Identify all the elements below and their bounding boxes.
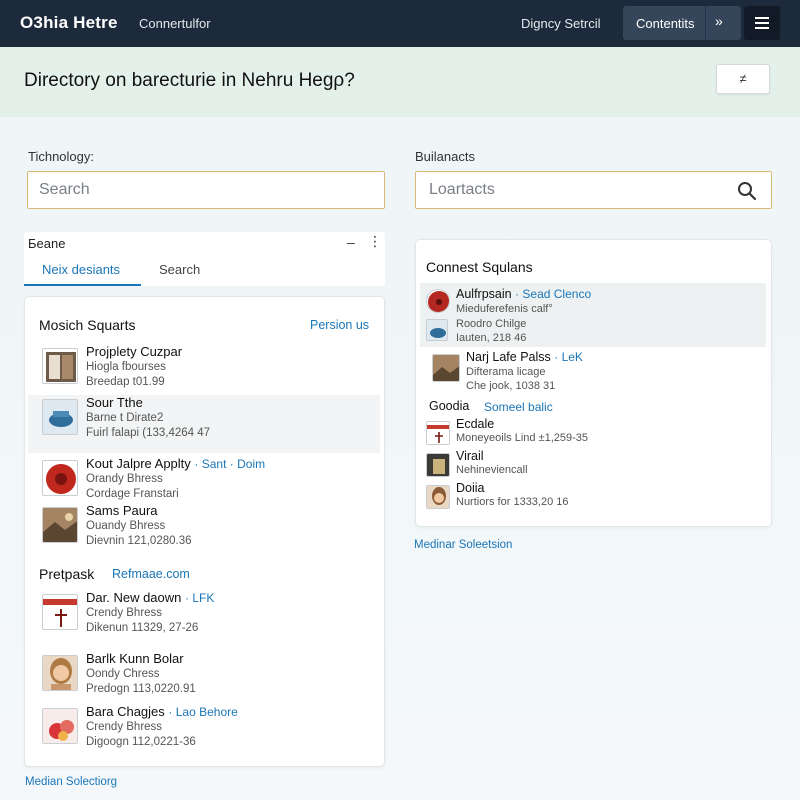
calendar-icon [42, 594, 78, 630]
item-subtitle: Crendy Bhress [86, 721, 163, 733]
landscape-thumbnail [432, 354, 460, 382]
item-name: Ecdale [456, 417, 495, 431]
list-item[interactable]: Sour Tthe Barne t Dirate2 Fuirl falapi (… [28, 395, 380, 453]
minimize-icon[interactable]: – [347, 234, 355, 250]
median-selection-link[interactable]: Median Solectiorg [25, 776, 117, 788]
hamburger-line [755, 27, 769, 29]
fruit-thumbnail [42, 708, 78, 744]
list-item[interactable]: Barlk Kunn Bolar Oondy Chress Predogn 11… [38, 651, 380, 709]
list-item[interactable]: Dar. New daown · LFK Crendy Bhress Diken… [38, 590, 380, 648]
item-subtitle: Nurtiors for 1333,20 16 [456, 496, 569, 508]
medinar-selection-link[interactable]: Medinar Soleetsion [414, 539, 512, 551]
item-detail: Cordage Franstari [86, 488, 179, 500]
section-title-pretpask: Pretpask [39, 566, 95, 582]
list-item[interactable]: Virail Nehineviencall [420, 449, 766, 481]
item-name: Projplety Cuzpar [86, 344, 183, 359]
item-subtitle: Ouandy Bhress [86, 520, 166, 532]
red-flower-thumbnail [42, 460, 78, 496]
item-subtitle: Crendy Bhress [86, 607, 163, 619]
tab-search[interactable]: Search [159, 262, 200, 277]
nav-link-digncy-setrcil[interactable]: Digncy Setrcil [521, 16, 600, 31]
avatar [426, 485, 450, 509]
item-subtitle: Roodro Chilge [456, 318, 527, 330]
item-subtitle: Orandy Bhress [86, 473, 163, 485]
item-detail: Iauten, 218 46 [456, 332, 527, 344]
page-title: Directory on barecturie in Nehru Hegρ? [24, 70, 355, 91]
technology-label: Tichnology: [28, 149, 94, 164]
contents-button[interactable]: Contentits » [623, 6, 741, 40]
list-item[interactable]: Doiia Nurtiors for 1333,20 16 [420, 481, 766, 513]
list-item[interactable]: Projplety Cuzpar Hiogla fbourses Breedap… [38, 344, 380, 402]
item-subtitle: Nehineviencall [456, 464, 528, 476]
group-title-goodia: Goodia [429, 399, 470, 413]
item-detail: Dievnin 121,0280.36 [86, 535, 192, 547]
item-name: Dar. New daown · LFK [86, 590, 215, 605]
right-card-title: Connest Squlans [426, 259, 533, 275]
item-name: Doiia [456, 481, 485, 495]
header-action-button[interactable]: ≠ [716, 64, 770, 94]
someel-balic-link[interactable]: Someel balic [484, 400, 553, 414]
technology-search-input[interactable] [28, 172, 331, 208]
tabs-panel: Бeane – ⋮ Neix desiants Search [24, 232, 385, 286]
item-name: Virail [456, 449, 484, 463]
item-name: Sour Tthe [86, 395, 143, 410]
item-subtitle: Moneyeoils Lind ±1,259-35 [456, 432, 589, 444]
refmaae-link[interactable]: Refmaae.com [112, 567, 190, 581]
red-record-thumbnail [426, 289, 450, 313]
item-name: Aulfrpsain · Sead Clenco [456, 287, 592, 301]
avatar [42, 655, 78, 691]
item-detail: Fuirl falapi (133,4264 47 [86, 427, 211, 439]
hamburger-line [755, 22, 769, 24]
window-photo-thumbnail [42, 348, 78, 384]
item-subtitle: Hiogla fbourses [86, 361, 166, 373]
calendar-icon [426, 421, 450, 445]
item-name: Kout Jalpre Applty · Sant · Doim [86, 456, 266, 471]
builanacts-label: Builanacts [415, 149, 475, 164]
item-detail: Che jook, 1038 31 [466, 380, 556, 392]
item-subtitle: Mieduferefenis calf° [456, 303, 553, 315]
item-subtitle: Barne t Dirate2 [86, 412, 164, 424]
contents-button-label: Contentits [636, 16, 695, 31]
nav-link-connertulfor[interactable]: Connertulfor [139, 16, 211, 31]
item-subtitle: Difterama licage [466, 366, 546, 378]
item-subtitle: Oondy Chress [86, 668, 160, 680]
item-detail: Breedap t01.99 [86, 376, 165, 388]
brand-logo[interactable]: O3hia Hetre [20, 13, 118, 33]
active-tab-indicator [24, 284, 141, 286]
item-detail: Predogn 113,0220.91 [86, 683, 196, 695]
search-icon[interactable] [737, 181, 757, 201]
top-navigation-bar: O3hia Hetre Connertulfor Digncy Setrcil … [0, 0, 800, 47]
hamburger-line [755, 17, 769, 19]
item-name: Narj Lafe Palss · LeK [466, 350, 583, 364]
blue-device-thumbnail [42, 399, 78, 435]
list-item[interactable]: Narj Lafe Palss · LeK Difterama licage C… [420, 350, 766, 396]
list-item[interactable]: Ecdale Moneyeoils Lind ±1,259-35 [420, 417, 766, 449]
building-thumbnail [426, 453, 450, 477]
page-header: Directory on barecturie in Nehru Hegρ? ≠ [0, 47, 800, 117]
item-name: Sams Paura [86, 503, 158, 518]
list-item[interactable]: Sams Paura Ouandy Bhress Dievnin 121,028… [38, 503, 380, 561]
contacts-search-box [415, 171, 772, 209]
section-title-mosich-squarts: Mosich Squarts [39, 317, 136, 333]
item-detail: Dikenun 11329, 27-26 [86, 622, 199, 634]
button-divider [705, 6, 706, 40]
item-name: Bara Chagjes · Lao Behore [86, 704, 238, 719]
hamburger-menu-button[interactable] [744, 6, 780, 40]
tabs-panel-title: Бeane [28, 236, 66, 251]
list-item[interactable]: Bara Chagjes · Lao Behore Crendy Bhress … [38, 704, 380, 762]
item-name: Barlk Kunn Bolar [86, 651, 184, 666]
more-options-icon[interactable]: ⋮ [368, 233, 382, 250]
tab-neix-desiants[interactable]: Neix desiants [42, 262, 120, 277]
technology-search-box [27, 171, 385, 209]
persion-us-link[interactable]: Persion us [310, 318, 369, 332]
landscape-thumbnail [42, 507, 78, 543]
contacts-search-input[interactable] [416, 172, 718, 208]
list-item[interactable]: Aulfrpsain · Sead Clenco Mieduferefenis … [420, 283, 766, 347]
blue-device-thumbnail [426, 319, 448, 341]
item-detail: Digoogn 112,0221-36 [86, 736, 196, 748]
forward-arrow-icon[interactable]: » [715, 13, 723, 29]
